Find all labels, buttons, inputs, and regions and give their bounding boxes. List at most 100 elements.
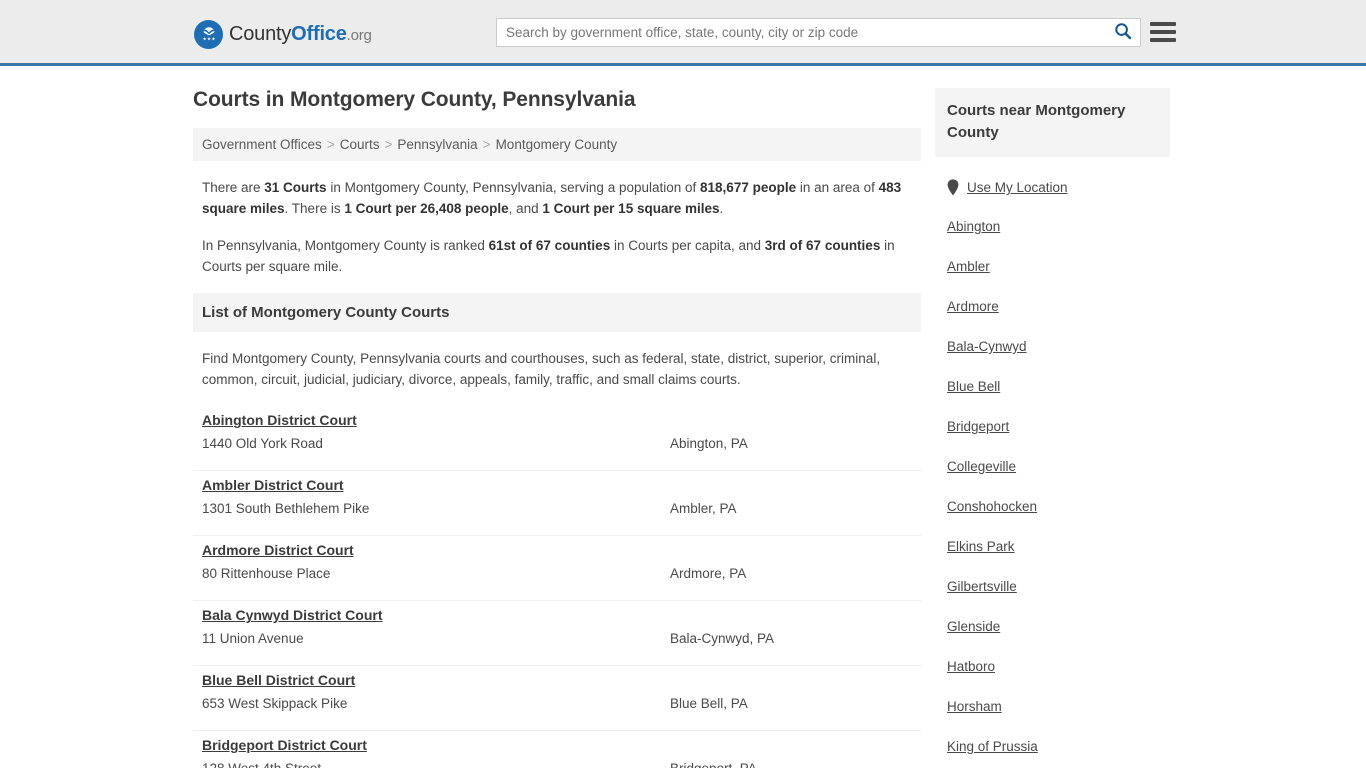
court-detail-line: 11 Union Avenue Bala-Cynwyd, PA <box>202 631 921 646</box>
court-address: 128 West 4th Street <box>202 761 670 768</box>
search-icon <box>1114 22 1132 43</box>
main-column: Courts in Montgomery County, Pennsylvani… <box>193 66 921 768</box>
brand-part-county: County <box>229 22 292 45</box>
intro-paragraph-1: There are 31 Courts in Montgomery County… <box>202 177 913 219</box>
use-my-location-link[interactable]: Use My Location <box>967 180 1068 195</box>
intro-paragraph-2: In Pennsylvania, Montgomery County is ra… <box>202 235 913 277</box>
sidebar: Courts near Montgomery County Use My Loc… <box>935 66 1170 768</box>
intro-text: . <box>719 201 724 216</box>
court-detail-line: 1301 South Bethlehem Pike Ambler, PA <box>202 501 921 516</box>
nearby-places-list: Abington Ambler Ardmore Bala-Cynwyd Blue… <box>935 218 1170 768</box>
list-item: Blue Bell <box>947 378 1170 396</box>
court-city-state: Bala-Cynwyd, PA <box>670 631 775 646</box>
hamburger-menu-icon-bar <box>1150 22 1176 26</box>
list-item: Glenside <box>947 618 1170 636</box>
list-item: Collegeville <box>947 458 1170 476</box>
brand-part-office: Office <box>291 22 347 45</box>
nearby-place-link-bridgeport[interactable]: Bridgeport <box>947 419 1009 434</box>
list-item: Abington <box>947 218 1170 236</box>
site-logo[interactable]: CountyOffice.org <box>194 19 372 49</box>
breadcrumb-separator: > <box>326 137 335 152</box>
court-name-link[interactable]: Abington District Court <box>202 412 357 428</box>
nearby-place-link-glenside[interactable]: Glenside <box>947 619 1000 634</box>
court-list-item: Bala Cynwyd District Court 11 Union Aven… <box>193 601 921 666</box>
breadcrumb: Government Offices > Courts > Pennsylvania > M… <box>193 128 921 161</box>
court-city-state: Blue Bell, PA <box>670 696 748 711</box>
intro-text: , and <box>508 201 543 216</box>
breadcrumb-separator: > <box>384 137 393 152</box>
court-detail-line: 653 West Skippack Pike Blue Bell, PA <box>202 696 921 711</box>
court-city-state: Ardmore, PA <box>670 566 747 581</box>
court-address: 1301 South Bethlehem Pike <box>202 501 370 516</box>
sidebar-heading: Courts near Montgomery County <box>935 88 1170 157</box>
nearby-place-link-blue-bell[interactable]: Blue Bell <box>947 379 1000 394</box>
list-item: Gilbertsville <box>947 578 1170 596</box>
list-item: Ambler <box>947 258 1170 276</box>
search-input[interactable] <box>497 19 1106 46</box>
search-bar[interactable] <box>496 18 1141 47</box>
court-name-link[interactable]: Ardmore District Court <box>202 542 354 558</box>
breadcrumb-item-courts[interactable]: Courts <box>340 137 380 152</box>
hamburger-menu-icon-bar <box>1150 30 1176 34</box>
site-logo-text: CountyOffice.org <box>229 23 372 46</box>
intro-text: in Montgomery County, Pennsylvania, serv… <box>326 180 701 195</box>
nearby-place-link-bala-cynwyd[interactable]: Bala-Cynwyd <box>947 339 1027 354</box>
stat-per-area: 1 Court per 15 square miles <box>542 201 720 216</box>
nearby-place-link-hatboro[interactable]: Hatboro <box>947 659 995 674</box>
section-description: Find Montgomery County, Pennsylvania cou… <box>202 351 881 387</box>
search-button[interactable] <box>1106 19 1140 46</box>
site-header: CountyOffice.org <box>0 0 1366 66</box>
court-name-link[interactable]: Bridgeport District Court <box>202 737 367 753</box>
list-item: King of Prussia <box>947 738 1170 756</box>
intro-text: in Courts per capita, and <box>610 238 765 253</box>
intro-text: in an area of <box>796 180 879 195</box>
intro-text: In Pennsylvania, Montgomery County is ra… <box>202 238 489 253</box>
intro-text: There are <box>202 180 265 195</box>
list-item: Ardmore <box>947 298 1170 316</box>
nearby-place-link-elkins-park[interactable]: Elkins Park <box>947 539 1015 554</box>
court-city-state: Abington, PA <box>670 436 748 451</box>
court-address: 80 Rittenhouse Place <box>202 566 331 581</box>
stat-per-capita: 1 Court per 26,408 people <box>344 201 509 216</box>
nearby-place-link-ambler[interactable]: Ambler <box>947 259 990 274</box>
breadcrumb-separator: > <box>482 137 491 152</box>
court-address: 11 Union Avenue <box>202 631 304 646</box>
nearby-place-link-abington[interactable]: Abington <box>947 219 1000 234</box>
court-detail-line: 80 Rittenhouse Place Ardmore, PA <box>202 566 921 581</box>
court-list-item: Ardmore District Court 80 Rittenhouse Pl… <box>193 536 921 601</box>
list-item: Bala-Cynwyd <box>947 338 1170 356</box>
court-name-link[interactable]: Bala Cynwyd District Court <box>202 607 382 623</box>
eagle-seal-icon <box>194 19 223 49</box>
breadcrumb-item-government-offices[interactable]: Government Offices <box>202 137 322 152</box>
stat-population: 818,677 people <box>700 180 797 195</box>
court-address: 1440 Old York Road <box>202 436 323 451</box>
nearby-place-link-collegeville[interactable]: Collegeville <box>947 459 1016 474</box>
section-heading: List of Montgomery County Courts <box>193 293 921 332</box>
court-list-item: Bridgeport District Court 128 West 4th S… <box>193 731 921 768</box>
court-name-link[interactable]: Blue Bell District Court <box>202 672 355 688</box>
court-detail-line: 128 West 4th Street Bridgeport, PA <box>202 761 921 768</box>
list-item: Elkins Park <box>947 538 1170 556</box>
use-my-location-row[interactable]: Use My Location <box>935 179 1170 196</box>
stat-rank-per-sq-mile: 3rd of 67 counties <box>764 238 881 253</box>
court-city-state: Ambler, PA <box>670 501 737 516</box>
list-item: Bridgeport <box>947 418 1170 436</box>
nearby-place-link-conshohocken[interactable]: Conshohocken <box>947 499 1037 514</box>
nearby-place-link-horsham[interactable]: Horsham <box>947 699 1002 714</box>
court-detail-line: 1440 Old York Road Abington, PA <box>202 436 921 451</box>
hamburger-menu-button[interactable] <box>1150 18 1176 46</box>
list-item: Hatboro <box>947 658 1170 676</box>
map-pin-icon <box>947 179 959 196</box>
page-title: Courts in Montgomery County, Pennsylvani… <box>193 88 636 111</box>
nearby-place-link-king-of-prussia[interactable]: King of Prussia <box>947 739 1038 754</box>
nearby-place-link-ardmore[interactable]: Ardmore <box>947 299 999 314</box>
brand-part-org: .org <box>346 26 372 44</box>
nearby-place-link-gilbertsville[interactable]: Gilbertsville <box>947 579 1017 594</box>
stat-courts-count: 31 Courts <box>264 180 327 195</box>
court-name-link[interactable]: Ambler District Court <box>202 477 344 493</box>
breadcrumb-item-pennsylvania[interactable]: Pennsylvania <box>397 137 477 152</box>
breadcrumb-item-montgomery-county[interactable]: Montgomery County <box>496 137 618 152</box>
content-container: Courts in Montgomery County, Pennsylvani… <box>193 66 1173 768</box>
page-body: Courts in Montgomery County, Pennsylvani… <box>0 66 1366 768</box>
hamburger-menu-icon-bar <box>1150 38 1176 42</box>
